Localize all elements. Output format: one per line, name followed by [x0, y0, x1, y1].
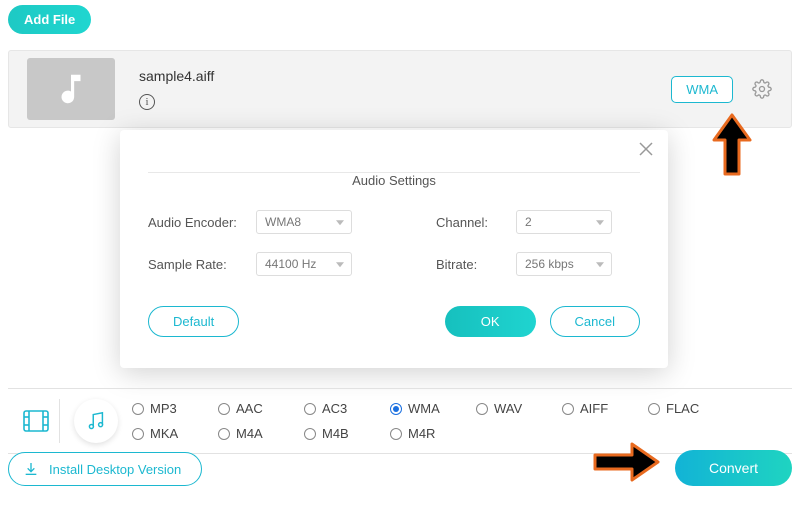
format-radio-group: MP3 AAC AC3 WMA WAV AIFF FLAC MKA M4A M4B M4R [132, 401, 734, 441]
bitrate-select[interactable]: 256 kbps [516, 252, 612, 276]
radio-dot [648, 403, 660, 415]
encoder-label: Audio Encoder: [148, 215, 256, 230]
format-radio-ac3[interactable]: AC3 [304, 401, 390, 416]
format-radio-mka[interactable]: MKA [132, 426, 218, 441]
download-icon [23, 461, 39, 477]
ok-button[interactable]: OK [445, 306, 536, 337]
format-radio-label: M4B [322, 426, 349, 441]
radio-dot [390, 428, 402, 440]
default-button[interactable]: Default [148, 306, 239, 337]
radio-dot [476, 403, 488, 415]
format-radio-label: FLAC [666, 401, 699, 416]
close-button[interactable] [638, 140, 654, 163]
format-radio-m4b[interactable]: M4B [304, 426, 390, 441]
format-radio-label: AAC [236, 401, 263, 416]
format-radio-mp3[interactable]: MP3 [132, 401, 218, 416]
radio-dot [218, 428, 230, 440]
format-radio-label: WMA [408, 401, 440, 416]
format-radio-aiff[interactable]: AIFF [562, 401, 648, 416]
music-notes-icon [85, 410, 107, 432]
radio-dot [132, 403, 144, 415]
radio-dot [390, 403, 402, 415]
audio-type-icon[interactable] [74, 399, 118, 443]
channel-select[interactable]: 2 [516, 210, 612, 234]
format-radio-label: AIFF [580, 401, 608, 416]
radio-dot [132, 428, 144, 440]
audio-settings-dialog: Audio Settings Audio Encoder: WMA8 Chann… [120, 130, 668, 368]
film-icon [22, 409, 50, 433]
sample-rate-label: Sample Rate: [148, 257, 256, 272]
format-radio-label: M4A [236, 426, 263, 441]
format-radio-wav[interactable]: WAV [476, 401, 562, 416]
encoder-select[interactable]: WMA8 [256, 210, 352, 234]
format-radio-label: MKA [150, 426, 178, 441]
settings-button[interactable] [751, 78, 773, 100]
channel-label: Channel: [436, 215, 516, 230]
video-type-icon[interactable] [12, 399, 60, 443]
radio-dot [304, 403, 316, 415]
add-file-button[interactable]: Add File [8, 5, 91, 34]
bitrate-label: Bitrate: [436, 257, 516, 272]
format-bar: MP3 AAC AC3 WMA WAV AIFF FLAC MKA M4A M4B M4R [8, 388, 792, 454]
format-radio-label: MP3 [150, 401, 177, 416]
music-note-icon [52, 70, 90, 108]
cancel-button[interactable]: Cancel [550, 306, 640, 337]
format-radio-m4a[interactable]: M4A [218, 426, 304, 441]
format-radio-aac[interactable]: AAC [218, 401, 304, 416]
gear-icon [752, 79, 772, 99]
file-thumbnail [27, 58, 115, 120]
dialog-title: Audio Settings [342, 173, 446, 188]
format-radio-label: WAV [494, 401, 522, 416]
radio-dot [304, 428, 316, 440]
target-format-badge[interactable]: WMA [671, 76, 733, 103]
sample-rate-select[interactable]: 44100 Hz [256, 252, 352, 276]
format-radio-m4r[interactable]: M4R [390, 426, 476, 441]
info-icon[interactable]: i [139, 94, 155, 110]
install-desktop-label: Install Desktop Version [49, 462, 181, 477]
file-name: sample4.aiff [139, 68, 214, 84]
convert-button[interactable]: Convert [675, 450, 792, 486]
close-icon [638, 141, 654, 157]
radio-dot [218, 403, 230, 415]
file-meta: sample4.aiff i [139, 68, 214, 110]
radio-dot [562, 403, 574, 415]
install-desktop-button[interactable]: Install Desktop Version [8, 452, 202, 486]
format-radio-label: M4R [408, 426, 435, 441]
format-radio-flac[interactable]: FLAC [648, 401, 734, 416]
file-row: sample4.aiff i WMA [8, 50, 792, 128]
format-radio-label: AC3 [322, 401, 347, 416]
format-radio-wma[interactable]: WMA [390, 401, 476, 416]
